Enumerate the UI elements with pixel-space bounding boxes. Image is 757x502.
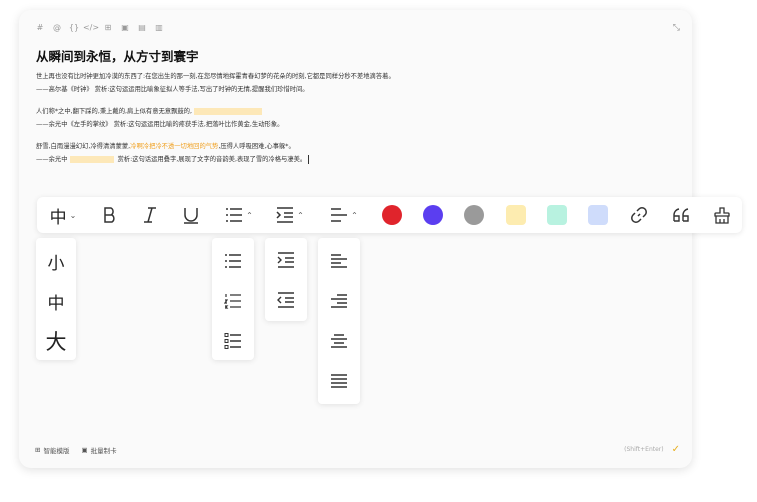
cards-icon: ▣ — [81, 446, 88, 454]
align-menu — [318, 238, 360, 404]
clear-format-icon[interactable] — [710, 197, 734, 233]
text-line: 人们称*之中,翻下踩的,秉上戴的,肩上似有意无意飘鼓的, — [36, 105, 676, 118]
color-swatch-mint[interactable] — [547, 205, 567, 225]
font-size-option[interactable]: 小 — [36, 244, 76, 278]
text-line: 舒雪,白雨漫漫幻幻,冷得清清蒙蒙,冷啊冷把冷不透一切地回的气势,压得人呼吸困难,… — [36, 140, 676, 153]
align-dropdown[interactable]: ⌃ — [326, 197, 362, 233]
color-swatch-gray[interactable] — [464, 205, 484, 225]
text-span: 舒雪,白雨漫漫幻幻,冷得清清蒙蒙, — [36, 143, 131, 150]
shortcut-hint: (Shift+Enter) — [624, 446, 664, 453]
paragraph: 世上再也没有比时钟更加冷漠的东西了:在您出生的那一刻,在您尽情地挥霍青春幻梦的花… — [36, 70, 676, 96]
paragraph: 人们称*之中,翻下踩的,秉上戴的,肩上似有意无意飘鼓的, ——余光中《左手的掌纹… — [36, 105, 676, 131]
checklist-icon[interactable] — [212, 324, 254, 358]
align-left-icon[interactable] — [318, 242, 360, 280]
list-menu — [212, 238, 254, 360]
chevron-up-icon: ⌃ — [297, 210, 304, 220]
font-size-menu: 小 中 大 — [36, 238, 76, 360]
smart-template-label: 智能模版 — [43, 447, 70, 455]
collapse-icon[interactable]: ⤡ — [673, 23, 680, 33]
smart-template-button[interactable]: ⊞ 智能模版 — [35, 445, 69, 455]
orange-text: 冷啊冷把冷不透一切地回的气势 — [130, 143, 219, 150]
font-size-option-label: 小 — [47, 253, 65, 274]
font-size-option[interactable]: 大 — [36, 324, 76, 358]
footer-actions: ⊞ 智能模版 ▣ 批量制卡 — [35, 445, 117, 455]
italic-icon[interactable] — [138, 197, 162, 233]
indent-icon — [276, 207, 294, 223]
align-icon — [331, 208, 348, 222]
text-line: ——余光中 赏析:这句话运用叠字,展现了文字的音韵美,表现了雪的冷格与凄美。 — [36, 153, 676, 166]
at-icon[interactable]: @ — [52, 23, 62, 33]
check-icon[interactable]: ✓ — [672, 444, 680, 455]
chevron-up-icon: ⌃ — [351, 210, 358, 220]
indent-icon[interactable] — [265, 242, 307, 278]
text-span: ,压得人呼吸困难,心事躲*。 — [218, 143, 295, 150]
footer-submit: (Shift+Enter) ✓ — [624, 444, 680, 455]
bold-icon[interactable] — [98, 197, 122, 233]
chevron-down-icon: ⌄ — [69, 210, 77, 220]
font-size-option-label: 大 — [45, 330, 67, 354]
align-right-icon[interactable] — [318, 282, 360, 320]
link-icon[interactable] — [627, 197, 651, 233]
text-line: ——高尔基《时钟》 赏析:这句运运用比喻象征拟人等手法,写出了时钟的无情,提醒我… — [36, 86, 309, 93]
color-swatch-red[interactable] — [382, 205, 402, 225]
text-span: ——余光中 — [36, 156, 68, 163]
grid-icon: ⊞ — [35, 446, 41, 454]
indent-menu — [265, 238, 307, 321]
document-icon[interactable]: ▤ — [137, 23, 147, 33]
text-line: ——余光中《左手的掌纹》 赏析:这句运运用比喻的疼获手法,把落叶比作黄金,生动形… — [36, 121, 284, 128]
batch-card-button[interactable]: ▣ 批量制卡 — [81, 445, 116, 455]
color-swatch-blue[interactable] — [588, 205, 608, 225]
align-justify-icon[interactable] — [318, 362, 360, 400]
list-icon — [226, 208, 243, 222]
font-size-dropdown[interactable]: 中 ⌄ — [45, 197, 81, 233]
color-swatch-yellow[interactable] — [506, 205, 526, 225]
chevron-up-icon: ⌃ — [246, 210, 253, 220]
editor-content[interactable]: 世上再也没有比时钟更加冷漠的东西了:在您出生的那一刻,在您尽情地挥霍青春幻梦的花… — [36, 70, 676, 175]
text-line: 世上再也没有比时钟更加冷漠的东西了:在您出生的那一刻,在您尽情地挥霍青春幻梦的花… — [36, 73, 395, 80]
outdent-icon[interactable] — [265, 282, 307, 318]
paragraph: 舒雪,白雨漫漫幻幻,冷得清清蒙蒙,冷啊冷把冷不透一切地回的气势,压得人呼吸困难,… — [36, 140, 676, 166]
ordered-list-icon[interactable] — [212, 284, 254, 318]
bullet-list-icon[interactable] — [212, 244, 254, 278]
highlight-mark — [193, 107, 262, 115]
image-icon[interactable]: ▣ — [120, 23, 130, 33]
text-span: 赏析:这句话运用叠字,展现了文字的音韵美,表现了雪的冷格与凄美。 — [117, 156, 307, 163]
align-center-icon[interactable] — [318, 322, 360, 360]
list-dropdown[interactable]: ⌃ — [221, 197, 257, 233]
braces-icon[interactable]: {} — [69, 23, 79, 33]
color-swatch-purple[interactable] — [423, 205, 443, 225]
code-icon[interactable]: </> — [83, 23, 99, 33]
batch-card-label: 批量制卡 — [90, 447, 117, 455]
font-size-label: 中 — [49, 207, 67, 228]
indent-dropdown[interactable]: ⌃ — [272, 197, 308, 233]
hash-icon[interactable]: # — [35, 23, 45, 33]
table-icon[interactable]: ⊞ — [103, 23, 113, 33]
font-size-option[interactable]: 中 — [36, 284, 76, 318]
file-icon[interactable]: ▥ — [154, 23, 164, 33]
font-size-option-label: 中 — [47, 293, 65, 314]
text-caret — [308, 154, 310, 164]
quote-icon[interactable] — [669, 197, 693, 233]
page-title: 从瞬间到永恒，从方寸到寰宇 — [36, 49, 199, 64]
underline-icon[interactable] — [179, 197, 203, 233]
editor-toolbar: # @ {} </> ⊞ ▣ ▤ ▥ — [35, 23, 164, 33]
highlight-mark — [70, 155, 115, 163]
format-toolbar: 中 ⌄ ⌃ ⌃ ⌃ — [37, 197, 742, 233]
text-span: 人们称*之中,翻下踩的,秉上戴的,肩上似有意无意飘鼓的, — [36, 108, 192, 115]
